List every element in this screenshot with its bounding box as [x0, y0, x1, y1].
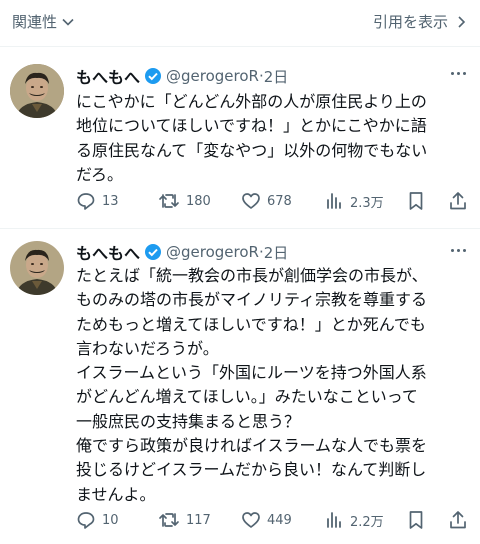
chevron-down-icon — [62, 18, 74, 26]
tweet-text-line: 言わないだろうが。 — [76, 338, 219, 358]
view-count: 2.2万 — [350, 514, 384, 530]
avatar[interactable] — [10, 64, 64, 118]
repost-count: 117 — [186, 512, 211, 528]
tweet-text-line: たとえば「統一教会の市長が創価学会の市長が、 — [76, 266, 428, 285]
repost-icon — [159, 513, 179, 527]
reply-icon — [77, 193, 95, 210]
verified-badge-icon — [144, 243, 162, 261]
heart-icon — [242, 512, 260, 528]
tweet-text: たとえば「統一教会の市長が創価学会の市長が、 ものみの塔の市長がマイノリティ宗教… — [76, 264, 470, 507]
reply-count: 10 — [102, 512, 119, 528]
tweet-actions: 13 180 678 2.3万 — [0, 191, 480, 215]
bookmark-icon — [409, 192, 423, 210]
tweet-text-line: 一般庶民の支持集まると思う？ — [76, 411, 301, 431]
show-quotes-link[interactable]: 引用を表示 — [373, 11, 466, 32]
tweet-text-line: 投じるけどイスラームだから良い！なんて判断し — [76, 460, 427, 480]
tweet-text-line: 俺ですら政策が良ければイスラームな人でも票を — [76, 436, 428, 456]
display-name[interactable]: もへもへ — [76, 240, 140, 264]
user-handle[interactable]: @gerogeroR — [166, 243, 259, 261]
display-name[interactable]: もへもへ — [76, 64, 140, 88]
tweet-text-line: イスラームという「外国にルーツを持つ外国人系 — [76, 363, 427, 383]
tweet-header: もへもへ @gerogeroR · 2日 — [76, 64, 288, 88]
timestamp[interactable]: 2日 — [264, 242, 289, 263]
share-icon — [450, 192, 466, 210]
show-quotes-label: 引用を表示 — [372, 13, 448, 31]
more-options-icon[interactable] — [451, 249, 466, 252]
user-handle[interactable]: @gerogeroR — [166, 67, 259, 85]
tweet-text-line: だろ。 — [76, 164, 124, 184]
tweet-text-line: ませんよ。 — [76, 484, 156, 504]
verified-badge-icon — [144, 67, 162, 85]
tweet-text-line: 地位についてほしいですね！」とかにこやかに語 — [76, 116, 427, 136]
repost-count: 180 — [186, 193, 211, 209]
divider — [0, 46, 480, 47]
timestamp[interactable]: 2日 — [264, 66, 289, 87]
heart-icon — [242, 193, 260, 209]
reply-button[interactable]: 13 — [76, 191, 119, 211]
like-count: 678 — [267, 193, 292, 209]
tweet-text-line: ためもっと増えてほしいですね！」とか死んでも — [76, 314, 426, 334]
share-icon — [450, 511, 466, 529]
conversation-header: 関連性 引用を表示 — [0, 0, 480, 46]
sort-label: 関連性 — [12, 13, 58, 31]
bookmark-button[interactable] — [407, 510, 431, 530]
bookmark-button[interactable] — [407, 191, 431, 211]
like-count: 449 — [267, 512, 292, 528]
analytics-icon — [327, 193, 341, 209]
views-button[interactable]: 2.2万 — [324, 510, 384, 530]
view-count: 2.3万 — [350, 195, 384, 211]
share-button[interactable] — [449, 510, 473, 530]
divider — [0, 228, 480, 229]
tweet-actions: 10 117 449 2.2万 — [0, 510, 480, 534]
tweet-text-line: がどんどん増えてほしい。」みたいなこといって — [76, 387, 418, 407]
tweet-header: もへもへ @gerogeroR · 2日 — [76, 240, 288, 264]
tweet-text-line: る原住民なんて「変なやつ」以外の何物でもない — [76, 140, 428, 160]
share-button[interactable] — [449, 191, 473, 211]
tweet-text: にこやかに「どんどん外部の人が原住民より上の 地位についてほしいですね！」とかに… — [76, 90, 470, 187]
like-button[interactable]: 449 — [241, 510, 292, 530]
reply-count: 13 — [102, 193, 119, 209]
tweet-text-line: にこやかに「どんどん外部の人が原住民より上の — [76, 92, 427, 111]
sort-relevance-button[interactable]: 関連性 — [12, 11, 75, 32]
reply-button[interactable]: 10 — [76, 510, 119, 530]
reply-icon — [77, 512, 95, 529]
avatar[interactable] — [10, 241, 64, 295]
chevron-right-icon — [458, 15, 466, 28]
like-button[interactable]: 678 — [241, 191, 292, 211]
repost-icon — [159, 194, 179, 208]
more-options-icon[interactable] — [451, 72, 466, 75]
repost-button[interactable]: 180 — [158, 191, 211, 211]
bookmark-icon — [409, 511, 423, 529]
views-button[interactable]: 2.3万 — [324, 191, 384, 211]
repost-button[interactable]: 117 — [158, 510, 211, 530]
tweet-text-line: ものみの塔の市長がマイノリティ宗教を尊重する — [76, 290, 428, 310]
analytics-icon — [327, 512, 341, 528]
